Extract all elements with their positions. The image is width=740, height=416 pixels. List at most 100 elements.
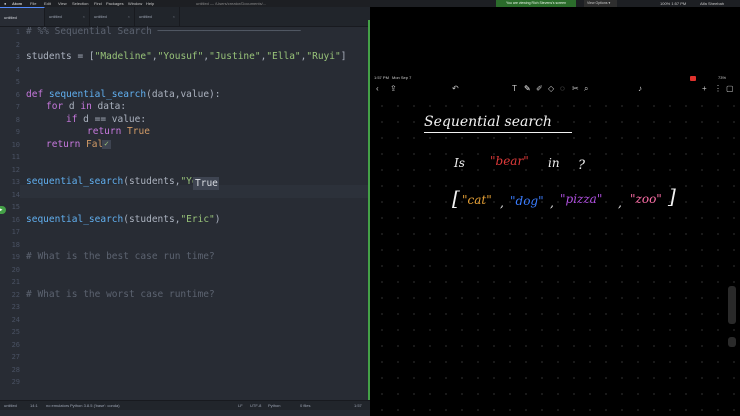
handwritten-dog: "dog" <box>510 194 544 208</box>
code-line-if: if d == value: <box>66 114 146 125</box>
code-line-for: for d in data: <box>46 101 126 112</box>
status-time: 1:57 <box>354 403 362 408</box>
line-number: 14 <box>11 190 20 199</box>
handwritten-is: Is <box>454 156 465 170</box>
microphone-icon[interactable]: ♪ <box>638 84 642 93</box>
shapes-icon[interactable]: ✂ <box>572 84 579 93</box>
line-number: 13 <box>11 178 20 186</box>
inline-result-badge[interactable]: True <box>193 177 219 190</box>
code-line-return-false: return Fals <box>46 139 109 150</box>
share-icon[interactable]: ⇪ <box>390 84 397 93</box>
side-scroll-controls[interactable] <box>728 286 736 324</box>
string-literal: "Ella" <box>266 51 301 62</box>
status-language[interactable]: Python <box>268 401 280 410</box>
handwritten-comma: , <box>550 196 554 210</box>
code-comment-title: # %% Sequential Search ─────────────────… <box>26 26 301 37</box>
menu-help[interactable]: Help <box>146 0 154 7</box>
keyword: return <box>87 126 128 137</box>
line-number: 10 <box>11 140 20 149</box>
back-icon[interactable]: ‹ <box>376 84 379 93</box>
code-comment-best-case: # What is the best case run time? <box>26 251 215 262</box>
line-number: 16 <box>11 215 20 224</box>
search-icon[interactable]: ⌕ <box>584 84 588 94</box>
line-number: 23 <box>11 303 20 311</box>
line-number: 9 <box>15 128 20 136</box>
status-cursor-position[interactable]: 14:1 <box>30 401 38 410</box>
ipad-time: 1:57 PM <box>374 75 389 80</box>
code-line-return-true: return True <box>87 126 150 137</box>
handwritten-question: ? <box>578 158 585 173</box>
tab-label: untitled <box>94 14 107 19</box>
kernel-indicator-bar <box>368 20 370 408</box>
menu-window[interactable]: Window <box>128 0 142 7</box>
line-number: 12 <box>11 165 20 174</box>
menu-file[interactable]: File <box>30 0 36 7</box>
line-number: 8 <box>15 115 20 124</box>
menu-find[interactable]: Find <box>94 0 102 7</box>
add-icon[interactable]: + <box>702 84 707 93</box>
handwritten-comma: , <box>500 196 504 210</box>
status-git[interactable]: 0 files <box>300 401 310 410</box>
more-icon[interactable]: ⋮ <box>714 84 722 93</box>
line-number: 5 <box>15 78 20 86</box>
menu-app-name[interactable]: Atom <box>12 0 22 7</box>
handwritten-zoo: "zoo" <box>630 192 662 206</box>
keyword: return <box>46 138 87 150</box>
line-number: 2 <box>15 40 20 49</box>
undo-icon[interactable]: ↶ <box>452 84 459 93</box>
string-literal: "Ruyi" <box>306 51 341 62</box>
user-name[interactable]: Alfa Sheebah <box>700 0 724 7</box>
bool-literal: True <box>127 126 150 137</box>
status-eol[interactable]: LF <box>238 401 243 410</box>
status-encoding[interactable]: UTF-8 <box>250 401 261 410</box>
side-page-button[interactable] <box>728 337 736 347</box>
code-token: (data,value): <box>146 88 221 100</box>
handwritten-in: in <box>548 156 560 170</box>
keyword: in <box>80 101 92 112</box>
keyword: for <box>46 101 64 112</box>
code-token: d == value: <box>77 113 147 125</box>
line-number: 7 <box>15 103 20 111</box>
line-number: 22 <box>11 290 20 299</box>
layers-icon[interactable]: ▢ <box>726 84 734 93</box>
string-literal: "Yousuf" <box>157 51 204 62</box>
menu-selection[interactable]: Selection <box>72 0 88 7</box>
ipad-date: Mon Sep 7 <box>392 75 412 80</box>
line-number: 25 <box>11 328 20 336</box>
pen-icon[interactable]: ✎ <box>524 84 531 93</box>
keyword: if <box>66 113 78 125</box>
handwritten-open-bracket: [ <box>452 186 460 210</box>
highlighter-icon[interactable]: ✐ <box>536 84 543 93</box>
handwritten-pizza: "pizza" <box>560 192 603 206</box>
string-literal: "Eric" <box>180 213 215 225</box>
zoom-view-options-button[interactable]: View Options ▾ <box>584 0 617 7</box>
menu-packages[interactable]: Packages <box>106 0 124 7</box>
handwritten-bear: "bear" <box>490 154 529 168</box>
code-area[interactable]: 1 2 3 4 5 6 7 8 9 10 11 12 13 14 15 16 1… <box>0 20 370 398</box>
note-canvas[interactable]: Sequential search Is "bear" in ? [ "cat"… <box>374 98 740 416</box>
eraser-icon[interactable]: ◇ <box>548 84 554 93</box>
code-line-def: def sequential_search(data,value): <box>26 89 220 100</box>
clock: 100% 1:57 PM <box>660 1 687 6</box>
handwritten-close-bracket: ] <box>668 184 676 208</box>
tab-label: untitled <box>49 14 62 19</box>
code-token: (students, <box>123 213 181 225</box>
menu-view[interactable]: View <box>58 0 67 7</box>
text-tool-icon[interactable]: T <box>512 84 517 93</box>
status-python[interactable]: Python 3.8.5 ('base': conda) <box>70 401 120 410</box>
line-number: 17 <box>11 228 20 236</box>
status-file[interactable]: untitled <box>4 401 17 410</box>
lasso-icon[interactable]: ◌ <box>560 84 565 93</box>
line-number: 4 <box>15 65 20 74</box>
line-number: 26 <box>11 340 20 349</box>
function-name: sequential_search <box>48 88 147 100</box>
function-call: sequential_search <box>26 213 124 225</box>
zoom-share-banner: You are viewing Rich Stevens's screen <box>496 0 576 7</box>
code-line-students: students = ["Madeline","Yousuf","Justine… <box>26 51 347 62</box>
apple-icon[interactable]: ● <box>4 0 6 7</box>
line-number: 6 <box>15 90 20 99</box>
menu-edit[interactable]: Edit <box>44 0 51 7</box>
check-icon: ✓ <box>102 140 111 149</box>
var-students: students <box>26 51 72 62</box>
status-emulators: no emulators <box>46 403 70 408</box>
